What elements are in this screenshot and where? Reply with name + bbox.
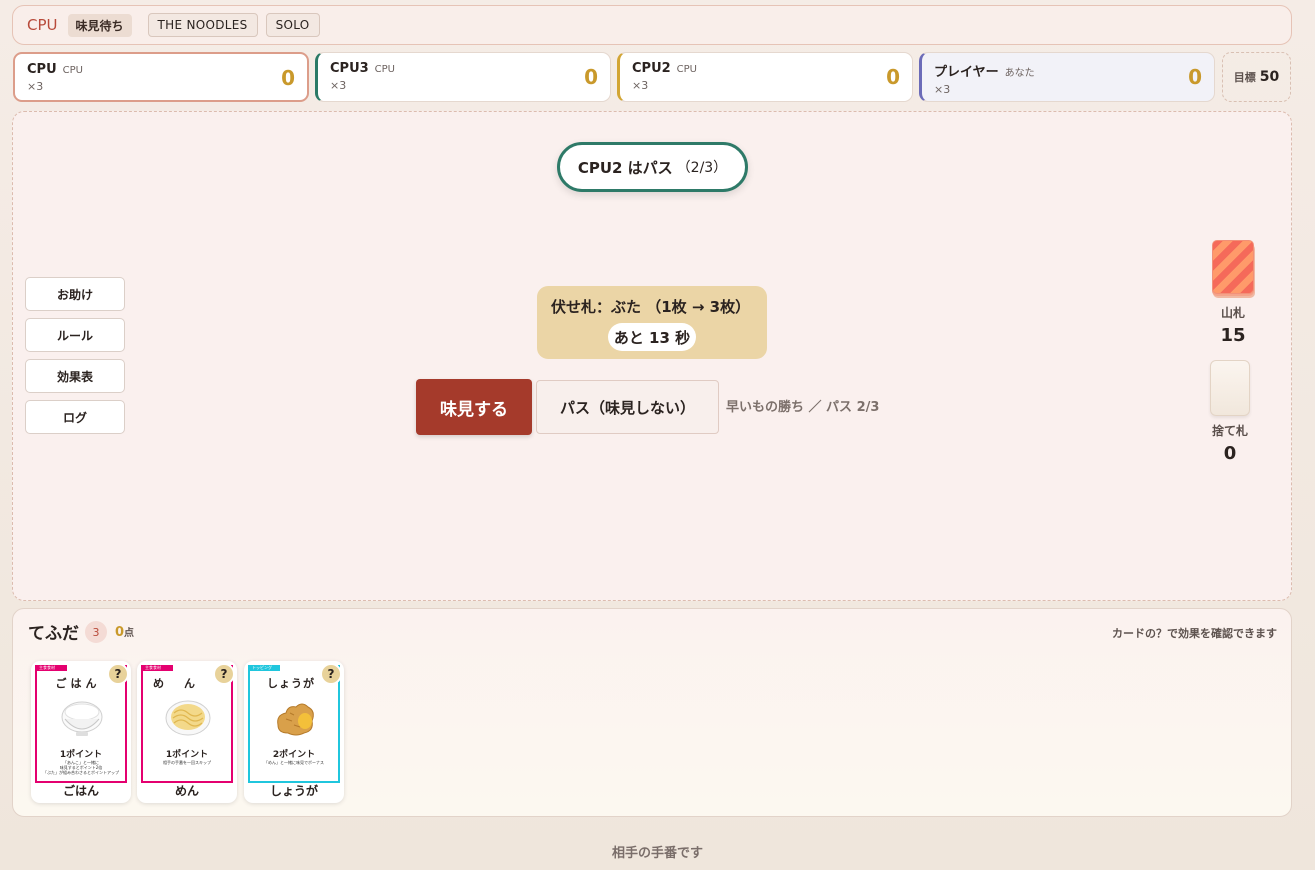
card-info-button[interactable]: ?: [213, 663, 235, 685]
player-name: CPU3 CPU: [330, 61, 396, 76]
player-card-cpu3: CPU3 CPU ×3 0: [315, 52, 611, 102]
player-multiplier: ×3: [934, 83, 951, 96]
discard-pile: 捨て札 0: [1205, 360, 1255, 464]
card-points: 1ポイント: [59, 750, 103, 760]
player-score: 0: [281, 66, 295, 90]
facedown-card-text: 伏せ札：ぶた （1枚 → 3枚）: [551, 298, 751, 316]
player-multiplier: ×3: [330, 79, 347, 92]
noodles-icon: [165, 700, 211, 736]
card-title: ごはん: [55, 677, 101, 690]
discard-pile-card-icon: [1210, 360, 1250, 416]
hand-card-men[interactable]: 主食食材 めん 1ポイント 相手の手番を一回スキップ ? めん: [137, 661, 237, 803]
effects-table-button[interactable]: 効果表: [25, 359, 125, 393]
facedown-card-panel: 伏せ札：ぶた （1枚 → 3枚） あと 13 秒: [537, 286, 767, 359]
taste-button[interactable]: 味見する: [416, 379, 532, 435]
status-text: CPU2 はパス: [577, 158, 673, 177]
player-card-you: プレイヤー あなた ×3 0: [919, 52, 1215, 102]
player-multiplier: ×3: [27, 80, 44, 93]
card-name: しょうが: [269, 784, 318, 798]
solo-mode-tag[interactable]: SOLO: [265, 13, 320, 37]
hand-area: てふだ 3 0点 カードの？で効果を確認できます 主食食材 ごはん 1ポイント …: [12, 608, 1292, 817]
player-card-cpu: CPU CPU ×3 0: [13, 52, 309, 102]
mode-label: CPU: [27, 16, 58, 34]
player-name: プレイヤー あなた: [934, 65, 1035, 80]
player-card-cpu2: CPU2 CPU ×3 0: [617, 52, 913, 102]
turn-status-pill: CPU2 はパス （2/3）: [557, 142, 748, 192]
game-title-tag[interactable]: THE NOODLES: [147, 13, 258, 37]
card-info-button[interactable]: ?: [107, 663, 129, 685]
player-score: 0: [1188, 65, 1202, 89]
goal-value: 50: [1259, 69, 1280, 85]
card-points: 2ポイント: [272, 750, 316, 760]
help-button[interactable]: お助け: [25, 277, 125, 311]
card-points: 1ポイント: [165, 750, 209, 760]
hand-card-gohan[interactable]: 主食食材 ごはん 1ポイント 「あんこ」と一緒に 味見するとポイント2倍 「ぶた」が…: [31, 661, 131, 803]
hand-card-shouga[interactable]: トッピング しょうが 2ポイント 「めん」と一緒に味見でボーナス ? しょうが: [244, 661, 344, 803]
card-title: しょうが: [267, 677, 315, 690]
pass-button[interactable]: パス（味見しない）: [536, 380, 719, 434]
card-description: 相手の手番を一回スキップ: [163, 760, 211, 765]
hand-score-value: 0: [115, 625, 125, 640]
player-score: 0: [584, 65, 598, 89]
rule-note: 早いもの勝ち ／ パス 2/3: [726, 400, 880, 415]
log-button[interactable]: ログ: [25, 400, 125, 434]
draw-pile: 山札 15: [1208, 240, 1258, 346]
player-name: CPU2 CPU: [632, 61, 698, 76]
goal-score: 目標 50: [1222, 52, 1291, 102]
hand-title: てふだ: [28, 624, 79, 644]
rules-button[interactable]: ルール: [25, 318, 125, 352]
hand-count-badge: 3: [85, 621, 107, 643]
draw-pile-label: 山札: [1220, 306, 1245, 320]
card-title: めん: [153, 677, 215, 690]
discard-pile-label: 捨て札: [1211, 424, 1248, 438]
top-bar: CPU 味見待ち THE NOODLES SOLO: [12, 5, 1292, 45]
discard-pile-count: 0: [1223, 443, 1237, 464]
goal-label: 目標: [1233, 71, 1256, 84]
rice-bowl-icon: [61, 701, 103, 736]
hand-hint: カードの？で効果を確認できます: [1112, 627, 1277, 640]
card-category-ribbon: 主食食材: [143, 665, 173, 671]
player-name: CPU CPU: [27, 62, 83, 77]
phase-status-chip: 味見待ち: [67, 13, 132, 37]
card-description: 「あんこ」と一緒に 味見するとポイント2倍 「ぶた」が組み合わさるとポイントアップ: [43, 760, 119, 775]
card-category-ribbon: トッピング: [250, 665, 280, 671]
card-category-ribbon: 主食食材: [37, 665, 67, 671]
player-multiplier: ×3: [632, 79, 649, 92]
card-info-button[interactable]: ?: [320, 663, 342, 685]
draw-pile-count: 15: [1220, 325, 1246, 346]
card-description: 「めん」と一緒に味見でボーナス: [264, 760, 324, 765]
draw-pile-stack-icon: [1211, 240, 1255, 298]
turn-message: 相手の手番です: [611, 846, 703, 861]
card-name: ごはん: [62, 784, 99, 798]
hand-score-unit: 点: [124, 628, 135, 639]
card-name: めん: [174, 784, 199, 798]
ginger-icon: [277, 703, 314, 736]
pass-count: （2/3）: [676, 160, 728, 176]
player-list: CPU CPU ×3 0 CPU3 CPU ×3 0 CPU2 CPU ×3 0 プレ…: [13, 52, 1215, 102]
game-board: CPU2 はパス （2/3） お助け ルール 効果表 ログ 伏せ札：ぶた （1枚…: [12, 111, 1292, 601]
player-score: 0: [886, 65, 900, 89]
countdown-timer: あと 13 秒: [608, 323, 696, 351]
hand-score: 0点: [115, 624, 134, 640]
